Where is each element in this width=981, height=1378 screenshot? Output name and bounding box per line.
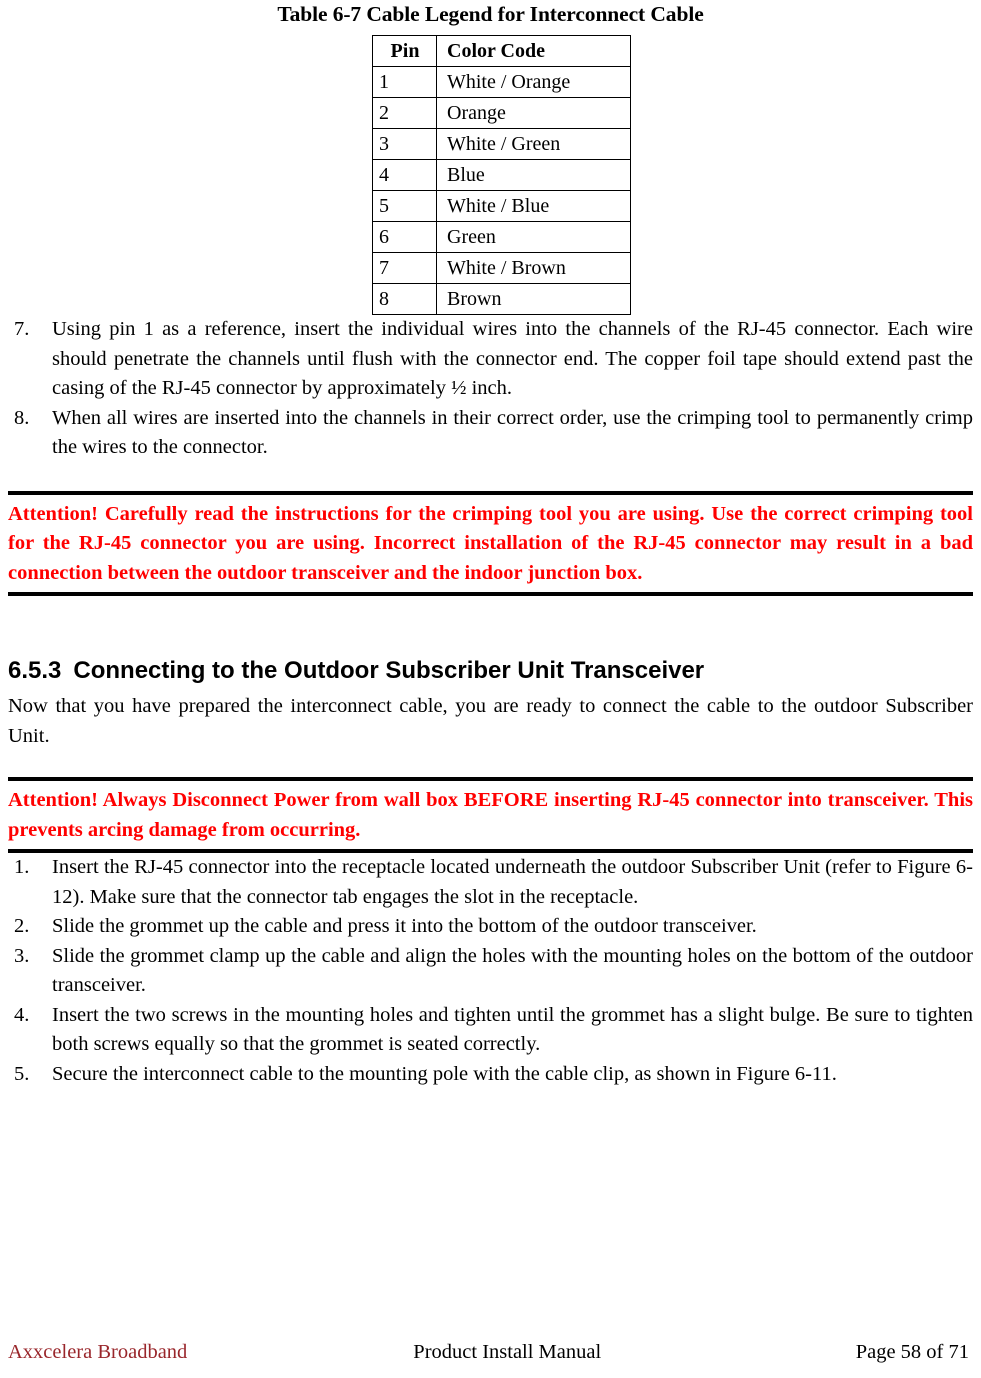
section-intro-paragraph: Now that you have prepared the interconn…: [8, 695, 973, 747]
table-header: Pin Color Code: [372, 35, 631, 67]
cell-color-code: Orange: [436, 97, 631, 129]
connecting-steps-list: 1. Insert the RJ-45 connector into the re…: [8, 853, 973, 1089]
footer-manual-title: Product Install Manual: [413, 1341, 602, 1363]
crimping-step-text: When all wires are inserted into the cha…: [52, 406, 973, 459]
page-footer: Axxcelera Broadband Product Install Manu…: [8, 1340, 973, 1364]
cell-color-code: White / Blue: [436, 190, 631, 222]
connecting-step-marker: 2.: [14, 915, 30, 937]
table-caption: Table 6-7 Cable Legend for Interconnect …: [277, 2, 704, 26]
connecting-step-text: Slide the grommet clamp up the cable and…: [52, 944, 973, 997]
crimping-step-marker: 8.: [14, 406, 30, 429]
connecting-step-marker: 1.: [14, 856, 30, 878]
cell-pin: 3: [372, 128, 437, 160]
attention-notice-crimping: Attention! Carefully read the instructio…: [8, 490, 973, 596]
cell-color-code: Green: [436, 221, 631, 253]
crimping-step-marker: 7.: [14, 318, 30, 340]
table-row: 8 Brown: [372, 283, 631, 315]
crimping-step-text: Using pin 1 as a reference, insert the i…: [52, 318, 973, 399]
cell-pin: 8: [372, 283, 437, 315]
table-row: 2 Orange: [372, 97, 631, 129]
connecting-step-item: 1. Insert the RJ-45 connector into the re…: [8, 853, 973, 912]
cell-color-code: White / Brown: [436, 252, 631, 284]
cell-pin: 2: [372, 97, 437, 129]
table-body: 1 White / Orange 2 Orange 3 White / Green 4 Blu…: [372, 66, 631, 315]
connecting-step-marker: 5.: [14, 1062, 30, 1085]
pin-table-container: Pin Color Code 1 White / Orange 2 Orange 3 Wh…: [8, 35, 973, 315]
connecting-step-item: 3. Slide the grommet clamp up the cable a…: [8, 942, 973, 1001]
attention-notice-power: Attention! Always Disconnect Power from …: [8, 777, 973, 853]
table-row: 3 White / Green: [372, 128, 631, 160]
cell-color-code: White / Orange: [436, 66, 631, 98]
connecting-step-item: 4. Insert the two screws in the mounting …: [8, 1001, 973, 1060]
table-row: 4 Blue: [372, 159, 631, 191]
cell-pin: 1: [372, 66, 437, 98]
crimping-step-item: 8. When all wires are inserted into the c…: [8, 404, 973, 463]
document-page: Table 6-7 Cable Legend for Interconnect …: [0, 0, 981, 1378]
crimping-step-item: 7. Using pin 1 as a reference, insert the…: [8, 315, 973, 404]
connecting-step-item: 2. Slide the grommet up the cable and pre…: [8, 912, 973, 942]
connecting-step-marker: 3.: [14, 944, 30, 967]
connecting-step-text: Secure the interconnect cable to the mou…: [52, 1062, 837, 1085]
connecting-step-text: Insert the two screws in the mounting ho…: [52, 1003, 973, 1056]
section-number: 6.5.3: [8, 657, 62, 684]
connecting-step-item: 5. Secure the interconnect cable to the m…: [8, 1060, 973, 1090]
column-header-pin: Pin: [372, 35, 437, 67]
table-header-row: Pin Color Code: [372, 35, 631, 67]
cell-pin: 7: [372, 252, 437, 284]
footer-company-name: Axxcelera Broadband: [8, 1341, 188, 1363]
cell-pin: 4: [372, 159, 437, 191]
cable-legend-table: Pin Color Code 1 White / Orange 2 Orange 3 Wh…: [372, 35, 631, 315]
cell-color-code: White / Green: [436, 128, 631, 160]
page-title: 6.5.3 Connecting to the Outdoor Subscribe…: [8, 656, 973, 686]
cell-color-code: Blue: [436, 159, 631, 191]
cell-color-code: Brown: [436, 283, 631, 315]
cell-pin: 5: [372, 190, 437, 222]
cell-pin: 6: [372, 221, 437, 253]
column-header-color-code: Color Code: [436, 35, 631, 67]
table-row: 6 Green: [372, 221, 631, 253]
connecting-step-text: Insert the RJ-45 connector into the rece…: [52, 856, 973, 908]
connecting-step-marker: 4.: [14, 1003, 30, 1026]
table-row: 7 White / Brown: [372, 252, 631, 284]
footer-page-number: Page 58 of 71: [855, 1341, 969, 1363]
section-heading-block: 6.5.3 Connecting to the Outdoor Subscribe…: [8, 656, 973, 751]
connecting-step-text: Slide the grommet up the cable and press…: [52, 915, 757, 937]
table-row: 1 White / Orange: [372, 66, 631, 98]
table-row: 5 White / Blue: [372, 190, 631, 222]
crimping-steps-list: 7. Using pin 1 as a reference, insert the…: [8, 315, 973, 463]
section-title: Connecting to the Outdoor Subscriber Uni…: [73, 657, 705, 684]
